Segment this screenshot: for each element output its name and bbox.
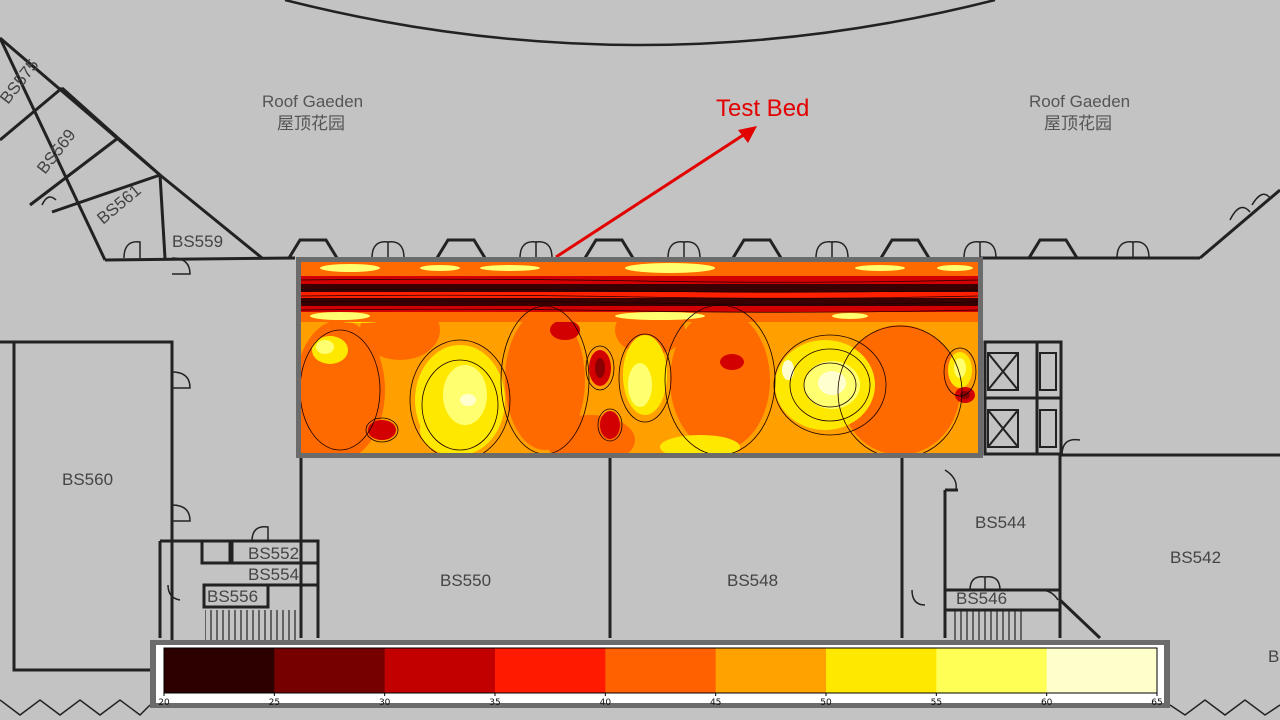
heatmap-streak bbox=[832, 313, 868, 319]
garden-label-left-en: Roof Gaeden bbox=[262, 92, 363, 111]
room-label-bs554: BS554 bbox=[248, 565, 299, 584]
room-label-bs569: BS569 bbox=[33, 126, 79, 178]
heatmap-light-region bbox=[628, 363, 652, 407]
elevator-icons bbox=[987, 352, 1057, 448]
heatmap-light-region bbox=[316, 340, 334, 354]
heatmap-pale-core bbox=[818, 371, 846, 395]
heatmap-pale-core bbox=[460, 394, 476, 406]
colorbar-swatch bbox=[164, 648, 275, 693]
heatmap bbox=[301, 262, 978, 453]
colorbar-tick-label: 60 bbox=[1041, 698, 1053, 708]
room-label-bs560: BS560 bbox=[62, 470, 113, 489]
testbed-label: Test Bed bbox=[716, 95, 809, 122]
heatmap-streak bbox=[420, 265, 460, 271]
room-label-bs548: BS548 bbox=[727, 571, 778, 590]
colorbar-tick-label: 30 bbox=[379, 698, 391, 708]
room-label-bs552: BS552 bbox=[248, 544, 299, 563]
testbed-arrow bbox=[555, 130, 749, 259]
heatmap-hot-spot bbox=[600, 411, 620, 439]
garden-label-right-zh: 屋顶花园 bbox=[1044, 114, 1112, 133]
garden-labels: Roof Gaeden 屋顶花园 Roof Gaeden 屋顶花园 bbox=[262, 92, 1130, 133]
room-label-bs575: BS575 bbox=[0, 56, 43, 108]
colorbar-swatch bbox=[495, 648, 606, 693]
colorbar-tick-label: 35 bbox=[489, 698, 500, 708]
garden-label-right-en: Roof Gaeden bbox=[1029, 92, 1130, 111]
heatmap-hot-spot bbox=[720, 354, 744, 370]
bottom-edge-right bbox=[1169, 699, 1280, 716]
heatmap-streak bbox=[310, 312, 370, 320]
colorbar-tick-label: 50 bbox=[820, 698, 832, 708]
colorbar-swatch bbox=[936, 648, 1048, 693]
colorbar-swatch bbox=[274, 648, 386, 693]
heatmap-deep-spot bbox=[595, 358, 605, 378]
colorbar-tick-label: 25 bbox=[269, 698, 280, 708]
stairs-left bbox=[205, 610, 300, 640]
colorbar-swatch bbox=[605, 648, 717, 693]
arrow-head-icon bbox=[738, 126, 757, 143]
bottom-edge bbox=[0, 699, 151, 716]
heatmap-hot-spot bbox=[550, 320, 580, 340]
heatmap-dark-band bbox=[301, 298, 978, 306]
room-label-partial: B bbox=[1268, 647, 1279, 666]
colorbar-tick-label: 45 bbox=[710, 698, 721, 708]
room-label-bs544: BS544 bbox=[975, 513, 1026, 532]
floor-plan-map: BS575 BS569 BS561 BS559 BS560 BS552 BS55… bbox=[0, 0, 1280, 720]
room-label-bs542: BS542 bbox=[1170, 548, 1221, 567]
heatmap-streak bbox=[937, 265, 973, 271]
heatmap-hot-spot bbox=[368, 420, 396, 440]
colorbar-swatch bbox=[384, 648, 496, 693]
colorbar-tick-label: 20 bbox=[158, 698, 170, 708]
floor-plan-svg: BS575 BS569 BS561 BS559 BS560 BS552 BS55… bbox=[0, 0, 1280, 716]
heatmap-orange-region bbox=[670, 310, 770, 450]
skylights bbox=[287, 238, 1079, 259]
heatmap-streak bbox=[625, 263, 715, 273]
room-label-bs550: BS550 bbox=[440, 571, 491, 590]
room-label-bs559: BS559 bbox=[172, 232, 223, 251]
colorbar-swatch bbox=[826, 648, 937, 693]
heatmap-streak bbox=[320, 264, 380, 272]
garden-label-left-zh: 屋顶花园 bbox=[277, 114, 345, 133]
heatmap-pale-core bbox=[782, 360, 794, 380]
colorbar-swatch bbox=[1046, 648, 1158, 693]
colorbar-swatch bbox=[715, 648, 827, 693]
heatmap-streak bbox=[855, 265, 905, 271]
room-label-bs556: BS556 bbox=[207, 587, 258, 606]
testbed-annotation: Test Bed bbox=[555, 95, 809, 259]
stairs-right bbox=[950, 610, 1025, 640]
colorbar-tick-label: 40 bbox=[600, 698, 612, 708]
colorbar-tick-label: 65 bbox=[1151, 698, 1162, 708]
colorbar-tick-label: 55 bbox=[931, 698, 942, 708]
heatmap-streak bbox=[480, 265, 540, 271]
room-label-bs546: BS546 bbox=[956, 589, 1007, 608]
